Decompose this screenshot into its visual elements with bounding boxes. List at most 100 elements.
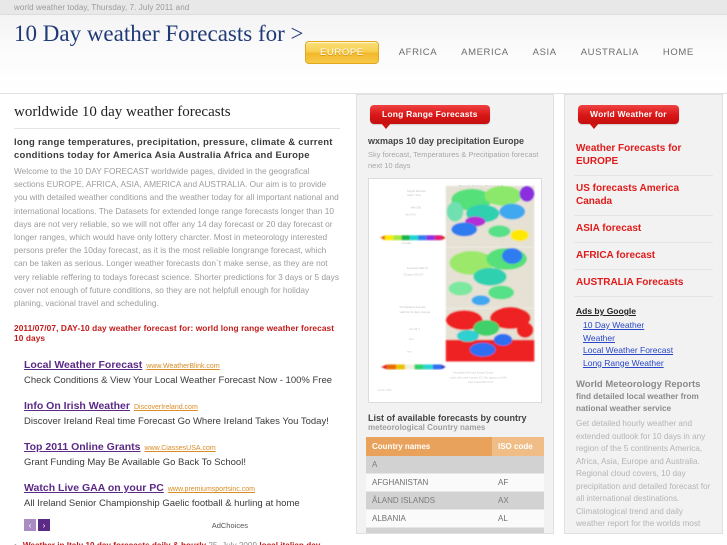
map-subheading: Sky forecast, Temperatures & Precitipati… <box>368 150 539 170</box>
post-title-text: Weather in Italy 10 day forecasts daily … <box>23 541 206 545</box>
cell-iso: AL <box>492 509 544 528</box>
google-ad-link[interactable]: Weather <box>583 332 711 345</box>
nav-item-europe[interactable]: EUROPE <box>305 41 379 64</box>
middle-column: Long Range Forecasts wxmaps 10 day preci… <box>352 94 558 544</box>
google-ads-heading: Ads by Google <box>576 306 636 316</box>
bullet-icon: • <box>14 540 17 545</box>
cell-country: A <box>366 456 492 474</box>
content-columns: worldwide 10 day weather forecasts long … <box>0 94 727 545</box>
svg-text:Precipitation Forecast Europe: Precipitation Forecast Europe 10 days <box>453 371 494 374</box>
svg-text:Forecast valid for: Forecast valid for <box>407 266 428 270</box>
svg-text:run 00 + 00 h: run 00 + 00 h <box>378 389 393 392</box>
report-body: Get detailed hourly weather and extended… <box>576 419 711 533</box>
table-header-row: Country names ISO code <box>366 437 544 456</box>
google-ads-block: Ads by Google 10 Day Weather Weather Loc… <box>574 306 713 369</box>
ad-item[interactable]: Watch Live GAA on your PC www.premiumspor… <box>24 478 340 510</box>
country-table-heading: List of available forecasts by country <box>368 413 527 423</box>
ad-description: Check Conditions & View Your Local Weath… <box>24 375 333 387</box>
section-heading: worldwide 10 day weather forecasts <box>14 104 340 129</box>
google-ad-link[interactable]: Long Range Weather <box>583 357 711 370</box>
left-column: worldwide 10 day weather forecasts long … <box>0 94 352 545</box>
ad-description: All Ireland Senior Championship Gaelic f… <box>24 498 300 510</box>
ad-title-link[interactable]: Top 2011 Online Grants <box>24 441 141 453</box>
post-list-item[interactable]: • Weather in Italy 10 day forecasts dail… <box>14 540 340 545</box>
region-link-america[interactable]: US forecasts America Canada <box>574 176 713 216</box>
world-weather-module: World Weather for Weather Forecasts for … <box>564 94 723 534</box>
ad-url-link[interactable]: www.premiumsportsinc.com <box>168 486 255 493</box>
cell-iso <box>492 456 544 474</box>
nav-item-asia[interactable]: ASIA <box>521 47 569 58</box>
ad-block: Local Weather Forecast www.WeatherBlink.c… <box>14 355 340 532</box>
cell-iso: AF <box>492 473 544 492</box>
page-title: 10 Day weather Forecasts for > <box>14 21 304 46</box>
adchoices-label[interactable]: AdChoices <box>212 521 248 530</box>
cell-country: AFGHANISTAN <box>366 473 492 492</box>
ad-url-link[interactable]: www.WeatherBlink.com <box>146 363 219 370</box>
svg-text:model chart, prob. forecast, E: model chart, prob. forecast, EC, Met. ag… <box>449 376 507 379</box>
ad-description: Discover Ireland Real time Forecast Go W… <box>24 416 329 428</box>
chevron-left-icon[interactable]: ‹ <box>24 519 36 532</box>
main-navigation[interactable]: EUROPE AFRICA AMERICA ASIA AUSTRALIA HOM… <box>305 41 706 64</box>
nav-item-home[interactable]: HOME <box>651 47 706 58</box>
ad-title-link[interactable]: Watch Live GAA on your PC <box>24 482 164 494</box>
precipitation-map-container[interactable]: Precipitation Forecast Height forecastva… <box>368 178 542 403</box>
column-header-country[interactable]: Country names <box>366 437 492 456</box>
module-tab-label: World Weather for <box>578 105 679 129</box>
ad-item[interactable]: Top 2011 Online Grants www.CiassesUSA.com… <box>24 437 340 469</box>
table-row[interactable]: ÅLAND ISLANDS AX <box>366 491 544 510</box>
svg-text:valid for 10 days, Europe: valid for 10 days, Europe <box>400 310 431 314</box>
ad-title-link[interactable]: Local Weather Forecast <box>24 359 142 371</box>
table-row[interactable]: ALGERIA DZ <box>366 527 544 533</box>
svg-text:hPa 500: hPa 500 <box>411 206 422 210</box>
top-status-text: world weather today, Thursday, 7. July 2… <box>14 2 190 12</box>
cell-country: ALGERIA <box>366 527 492 533</box>
intro-paragraph: Welcome to the 10 DAY FORECAST worldwide… <box>14 166 339 309</box>
table-row[interactable]: AFGHANISTAN AF <box>366 473 544 492</box>
svg-text:chart issued 2011-07-07: chart issued 2011-07-07 <box>468 381 494 384</box>
report-heading: World Meteorology Reports <box>576 379 701 390</box>
top-status-bar: world weather today, Thursday, 7. July 2… <box>0 0 727 15</box>
svg-text:10 days 2011-07: 10 days 2011-07 <box>403 273 424 277</box>
nav-item-america[interactable]: AMERICA <box>449 47 520 58</box>
column-header-iso[interactable]: ISO code <box>492 437 544 456</box>
ad-pager: ‹ › AdChoices <box>24 519 340 532</box>
country-table-subheading: meteorological Country names <box>368 423 486 432</box>
svg-text:mm: mm <box>409 337 414 341</box>
chevron-right-icon[interactable]: › <box>38 519 50 532</box>
region-link-asia[interactable]: ASIA forecast <box>574 216 713 243</box>
ad-item[interactable]: Local Weather Forecast www.WeatherBlink.c… <box>24 355 340 387</box>
cell-iso: DZ <box>492 527 544 533</box>
cell-iso: AX <box>492 491 544 510</box>
right-column: World Weather for Weather Forecasts for … <box>558 94 727 544</box>
ad-description: Grant Funding May Be Available Go Back T… <box>24 457 246 469</box>
table-row[interactable]: ALBANIA AL <box>366 509 544 528</box>
svg-text:mm 24 h: mm 24 h <box>409 327 420 331</box>
cell-country: ALBANIA <box>366 509 492 528</box>
svg-text:mm 24 h: mm 24 h <box>405 212 416 216</box>
svg-text:Precipitation forecast: Precipitation forecast <box>400 305 426 309</box>
map-heading: wxmaps 10 day precipitation Europe <box>368 136 525 146</box>
precipitation-forecast-chart-icon: Precipitation Forecast Height forecastva… <box>372 182 538 399</box>
module-tab-label: Long Range Forecasts <box>370 105 490 129</box>
page-root: world weather today, Thursday, 7. July 2… <box>0 0 727 545</box>
region-link-africa[interactable]: AFRICA forecast <box>574 243 713 270</box>
region-link-europe[interactable]: Weather Forecasts for EUROPE <box>574 136 713 176</box>
forecast-date-line: 2011/07/07, DAY-10 day weather forecast … <box>14 323 335 344</box>
nav-item-africa[interactable]: AFRICA <box>387 47 449 58</box>
region-link-australia[interactable]: AUSTRALIA Forecasts <box>574 270 713 297</box>
ad-title-link[interactable]: Info On Irish Weather <box>24 400 130 412</box>
google-ad-link[interactable]: 10 Day Weather <box>583 319 711 332</box>
svg-text:valid 7 July: valid 7 July <box>407 193 421 197</box>
post-title[interactable]: Weather in Italy 10 day forecasts daily … <box>23 540 340 545</box>
ad-item[interactable]: Info On Irish Weather DiscoverIreland.com… <box>24 396 340 428</box>
ad-url-link[interactable]: DiscoverIreland.com <box>134 404 198 411</box>
region-links: Weather Forecasts for EUROPE US forecast… <box>574 136 713 297</box>
svg-text:mm: mm <box>407 350 412 354</box>
lead-paragraph: long range temperatures, precipitation, … <box>14 137 333 161</box>
ad-url-link[interactable]: www.CiassesUSA.com <box>145 445 216 452</box>
table-row[interactable]: A <box>366 456 544 474</box>
site-header: 10 Day weather Forecasts for > EUROPE AF… <box>0 15 727 94</box>
google-ad-link[interactable]: Local Weather Forecast <box>583 344 711 357</box>
nav-item-australia[interactable]: AUSTRALIA <box>569 47 651 58</box>
post-date: 25. July 2009 <box>208 541 257 545</box>
